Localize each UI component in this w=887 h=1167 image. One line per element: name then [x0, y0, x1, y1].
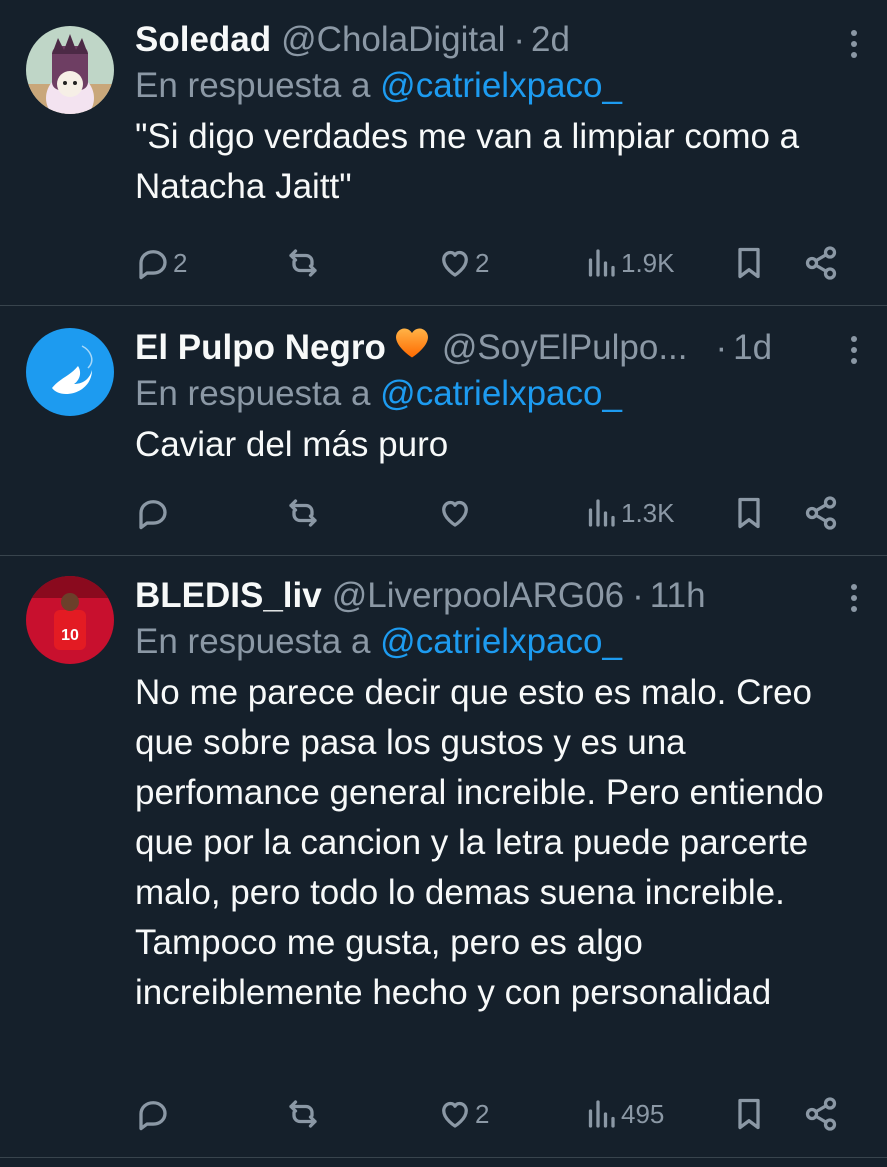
user-handle[interactable]: @LiverpoolARG06 — [332, 574, 624, 618]
reply-prefix: En respuesta a — [135, 374, 371, 413]
mention-link[interactable]: @catrielxpaco_ — [380, 622, 622, 661]
bookmark-button[interactable] — [731, 493, 767, 533]
reply-icon — [139, 1101, 167, 1131]
tweet-header: BLEDIS_liv @LiverpoolARG06 · 11h — [135, 574, 847, 618]
view-count: 1.3K — [621, 497, 675, 528]
reply-button[interactable]: 2 — [135, 243, 187, 283]
avatar[interactable] — [26, 328, 114, 416]
bookmark-icon — [738, 247, 760, 279]
tweet[interactable]: Soledad @CholaDigital · 2d En respuesta … — [0, 0, 887, 306]
tweet-text: "Si digo verdades me van a limpiar como … — [135, 117, 800, 206]
share-button[interactable] — [803, 493, 839, 533]
avatar-image — [26, 26, 114, 114]
share-icon — [805, 246, 837, 280]
heart-icon — [442, 500, 468, 527]
like-count: 2 — [475, 247, 490, 278]
mention-link[interactable]: @catrielxpaco_ — [380, 374, 622, 413]
user-handle[interactable]: @SoyElPulpo... — [442, 326, 688, 370]
retweet-button[interactable] — [285, 493, 323, 533]
heart-icon — [442, 250, 468, 277]
timestamp[interactable]: 2d — [531, 18, 570, 62]
heart-icon — [442, 1101, 468, 1128]
timestamp[interactable]: 11h — [650, 574, 706, 618]
avatar-image — [26, 328, 114, 416]
retweet-icon — [289, 1100, 317, 1128]
display-name[interactable]: Soledad — [135, 18, 271, 62]
more-options-icon[interactable] — [851, 336, 859, 369]
views-button[interactable]: 495 — [583, 1094, 664, 1134]
more-options-icon[interactable] — [851, 584, 859, 617]
like-button[interactable]: 2 — [437, 1094, 489, 1134]
tweet-text: Caviar del más puro — [135, 425, 449, 464]
reply-icon — [139, 500, 167, 530]
tweet-header: Soledad @CholaDigital · 2d — [135, 18, 847, 62]
avatar-jersey-number: 10 — [61, 627, 79, 644]
reply-context: En respuesta a @catrielxpaco_ — [135, 62, 847, 110]
tweet[interactable]: 10 BLEDIS_liv @LiverpoolARG06 · 11h En r… — [0, 556, 887, 1158]
tweet[interactable]: El Pulpo Negro @SoyElPulpo... · 1d En re… — [0, 306, 887, 556]
tweet-text: No me parece decir que esto es malo. Cre… — [135, 673, 824, 1012]
reply-button[interactable] — [135, 493, 173, 533]
view-count: 495 — [621, 1098, 665, 1129]
views-icon — [588, 249, 615, 277]
retweet-button[interactable] — [285, 243, 323, 283]
timestamp[interactable]: 1d — [733, 326, 772, 370]
bookmark-button[interactable] — [731, 243, 767, 283]
share-button[interactable] — [803, 1094, 839, 1134]
reply-context: En respuesta a @catrielxpaco_ — [135, 618, 847, 666]
share-icon — [805, 1097, 837, 1131]
mention-link[interactable]: @catrielxpaco_ — [380, 66, 622, 105]
display-name[interactable]: BLEDIS_liv — [135, 574, 322, 618]
avatar-image: 10 — [26, 576, 114, 664]
retweet-button[interactable] — [285, 1094, 323, 1134]
separator: · — [632, 576, 644, 615]
avatar[interactable] — [26, 26, 114, 114]
views-icon — [588, 1100, 615, 1128]
like-button[interactable] — [437, 493, 475, 533]
orange-heart-icon — [394, 326, 430, 358]
bookmark-icon — [738, 1098, 760, 1130]
share-button[interactable] — [803, 243, 839, 283]
reply-prefix: En respuesta a — [135, 622, 371, 661]
reply-icon — [139, 250, 167, 280]
reply-count: 2 — [173, 247, 188, 278]
separator: · — [715, 328, 728, 367]
user-handle[interactable]: @CholaDigital — [281, 18, 505, 62]
view-count: 1.9K — [621, 247, 675, 278]
reply-button[interactable] — [135, 1094, 173, 1134]
like-count: 2 — [475, 1098, 490, 1129]
reply-context: En respuesta a @catrielxpaco_ — [135, 370, 847, 418]
bookmark-button[interactable] — [731, 1094, 767, 1134]
like-button[interactable]: 2 — [437, 243, 489, 283]
bookmark-icon — [738, 497, 760, 529]
retweet-icon — [289, 499, 317, 527]
tweet-header: El Pulpo Negro @SoyElPulpo... · 1d — [135, 326, 847, 370]
retweet-icon — [289, 249, 317, 277]
avatar[interactable]: 10 — [26, 576, 114, 664]
display-name[interactable]: El Pulpo Negro — [135, 326, 386, 370]
separator: · — [513, 20, 526, 59]
more-options-icon[interactable] — [851, 30, 859, 63]
views-icon — [588, 499, 615, 527]
reply-prefix: En respuesta a — [135, 66, 371, 105]
views-button[interactable]: 1.3K — [583, 493, 675, 533]
share-icon — [805, 496, 837, 530]
views-button[interactable]: 1.9K — [583, 243, 675, 283]
